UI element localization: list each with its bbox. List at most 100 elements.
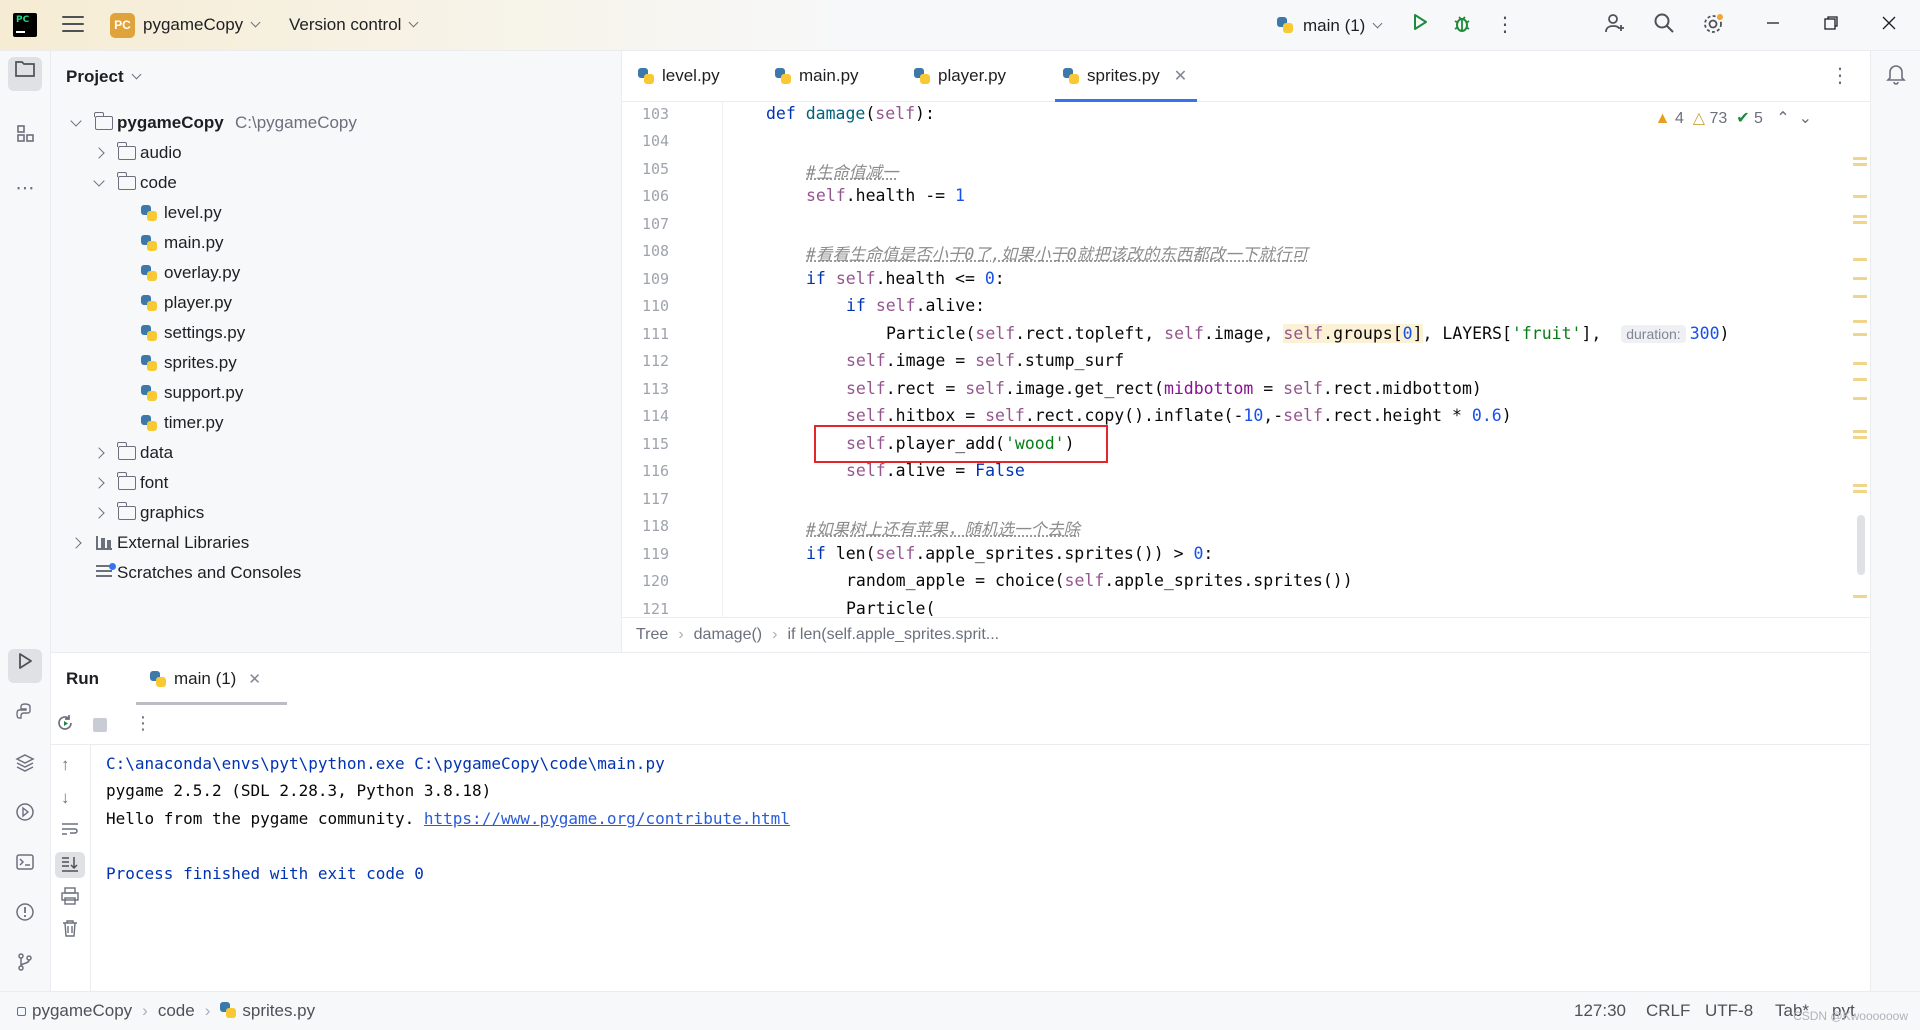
folder-icon: [117, 442, 136, 460]
tree-folder-graphics[interactable]: graphics: [51, 498, 611, 528]
chevron-up-icon[interactable]: ⌃: [1776, 110, 1789, 127]
project-badge[interactable]: PC: [110, 13, 135, 38]
restore-window-icon[interactable]: [1818, 12, 1844, 38]
run-config-selector[interactable]: main (1): [1277, 15, 1383, 36]
scratches-icon: [96, 563, 116, 579]
more-tools-icon[interactable]: ⋯: [8, 172, 42, 206]
tree-folder-code[interactable]: code: [51, 168, 611, 198]
print-icon[interactable]: [61, 887, 79, 910]
tree-file-settings-py[interactable]: settings.py: [51, 318, 611, 348]
line-number: 115: [642, 435, 670, 453]
close-tab-icon[interactable]: ✕: [1174, 68, 1187, 85]
tab-level-py[interactable]: level.py: [622, 51, 720, 101]
tree-file-sprites-py[interactable]: sprites.py: [51, 348, 611, 378]
code-editor[interactable]: 103 104 105 106 107 108 109 110 111 112 …: [622, 102, 1870, 617]
tree-file-player-py[interactable]: player.py: [51, 288, 611, 318]
status-crumb-project[interactable]: pygameCopy: [32, 1001, 132, 1020]
tree-file-level-py[interactable]: level.py: [51, 198, 611, 228]
run-tool-icon[interactable]: [8, 649, 42, 683]
line-number: 117: [642, 490, 670, 508]
python-file-icon: [141, 355, 157, 371]
structure-icon[interactable]: [8, 121, 42, 155]
crumb-class[interactable]: Tree: [636, 626, 668, 643]
console-line-version: pygame 2.5.2 (SDL 2.28.3, Python 3.8.18): [106, 781, 492, 800]
arrow-down-icon[interactable]: ↓: [61, 788, 70, 808]
tree-scratches-consoles[interactable]: Scratches and Consoles: [51, 558, 611, 588]
soft-wrap-icon[interactable]: [61, 821, 79, 842]
arrow-up-icon[interactable]: ↑: [61, 755, 70, 775]
python-console-icon[interactable]: [8, 700, 42, 734]
git-branch-icon[interactable]: [8, 950, 42, 984]
chevron-down-icon[interactable]: ⌄: [1799, 110, 1812, 127]
error-stripe-mark: [1853, 362, 1867, 365]
debug-icon[interactable]: [1449, 12, 1475, 38]
close-window-icon[interactable]: [1876, 12, 1902, 38]
more-actions-icon[interactable]: ⋮: [1492, 12, 1518, 38]
line-separator[interactable]: CRLF: [1646, 992, 1690, 1030]
more-actions-icon[interactable]: ⋮: [134, 713, 152, 734]
error-stripe-mark: [1853, 221, 1867, 224]
terminal-icon[interactable]: [8, 850, 42, 884]
run-icon[interactable]: [1407, 12, 1433, 38]
search-icon[interactable]: [1651, 12, 1677, 38]
cursor-position[interactable]: 127:30: [1574, 992, 1626, 1030]
line-number: 121: [642, 600, 670, 617]
tab-player-py[interactable]: player.py: [898, 51, 1006, 101]
close-tab-icon[interactable]: ✕: [248, 671, 261, 688]
error-stripe-mark: [1853, 320, 1867, 323]
line-number: 104: [642, 132, 670, 150]
chevron-right-icon: ›: [772, 626, 778, 643]
layers-icon[interactable]: [8, 750, 42, 784]
scroll-to-end-icon[interactable]: [55, 852, 85, 878]
chevron-down-icon: [70, 115, 82, 127]
code-line-114: self.hitbox = self.rect.copy().inflate(-…: [846, 406, 1512, 425]
status-crumb-folder[interactable]: code: [158, 1001, 195, 1020]
file-encoding[interactable]: UTF-8: [1705, 992, 1753, 1030]
editor-tabs: level.py main.py player.py sprites.py ✕ ⋮: [622, 51, 1870, 102]
tree-root-pygamecopy[interactable]: pygameCopy C:\pygameCopy: [51, 108, 611, 138]
project-folder-icon[interactable]: [8, 57, 42, 91]
python-file-icon: [220, 1002, 237, 1018]
tree-file-main-py[interactable]: main.py: [51, 228, 611, 258]
tab-options-icon[interactable]: ⋮: [1830, 63, 1850, 88]
code-line-120: random_apple = choice(self.apple_sprites…: [846, 571, 1353, 590]
status-crumb-file[interactable]: sprites.py: [242, 1001, 315, 1020]
add-user-icon[interactable]: [1602, 12, 1628, 38]
main-menu-icon[interactable]: [62, 16, 84, 34]
tree-external-libraries[interactable]: External Libraries: [51, 528, 611, 558]
problems-icon[interactable]: [8, 900, 42, 934]
crumb-method[interactable]: damage(): [694, 626, 762, 643]
crumb-block[interactable]: if len(self.apple_sprites.sprit...: [787, 626, 999, 643]
line-number: 103: [642, 105, 670, 123]
notifications-bell-icon[interactable]: [1879, 63, 1913, 97]
minimize-icon[interactable]: [1760, 12, 1786, 38]
settings-gear-icon[interactable]: [1700, 12, 1726, 38]
line-number: 118: [642, 517, 670, 535]
run-tab-main[interactable]: main (1) ✕: [136, 653, 287, 705]
tree-folder-data[interactable]: data: [51, 438, 611, 468]
console-link[interactable]: https://www.pygame.org/contribute.html: [424, 809, 790, 828]
project-panel-title[interactable]: Project: [66, 67, 142, 87]
tree-file-overlay-py[interactable]: overlay.py: [51, 258, 611, 288]
tree-label: overlay.py: [164, 263, 241, 282]
tab-main-py[interactable]: main.py: [759, 51, 859, 101]
version-control-menu[interactable]: Version control: [289, 15, 419, 35]
inspection-widget[interactable]: ▲ 4 △ 73 ✔ 5 ⌃ ⌄: [1655, 108, 1812, 128]
services-icon[interactable]: [8, 800, 42, 834]
trash-icon[interactable]: [61, 919, 79, 942]
line-number: 112: [642, 352, 670, 370]
rerun-icon[interactable]: [55, 713, 75, 738]
tab-sprites-py[interactable]: sprites.py ✕: [1047, 51, 1198, 102]
tree-file-timer-py[interactable]: timer.py: [51, 408, 611, 438]
code-line-110: if self.alive:: [846, 296, 986, 315]
tree-folder-audio[interactable]: audio: [51, 138, 611, 168]
tree-folder-font[interactable]: font: [51, 468, 611, 498]
run-tab-label: main (1): [174, 669, 237, 688]
project-selector[interactable]: pygameCopy: [143, 15, 261, 35]
folder-icon: [117, 172, 136, 190]
editor-scrollbar[interactable]: [1857, 515, 1865, 575]
watermark: CSDN @Kwoooooow: [1793, 1009, 1908, 1023]
tree-file-support-py[interactable]: support.py: [51, 378, 611, 408]
stop-icon[interactable]: [92, 717, 108, 738]
console-line-hello: Hello from the pygame community. https:/…: [106, 809, 790, 828]
